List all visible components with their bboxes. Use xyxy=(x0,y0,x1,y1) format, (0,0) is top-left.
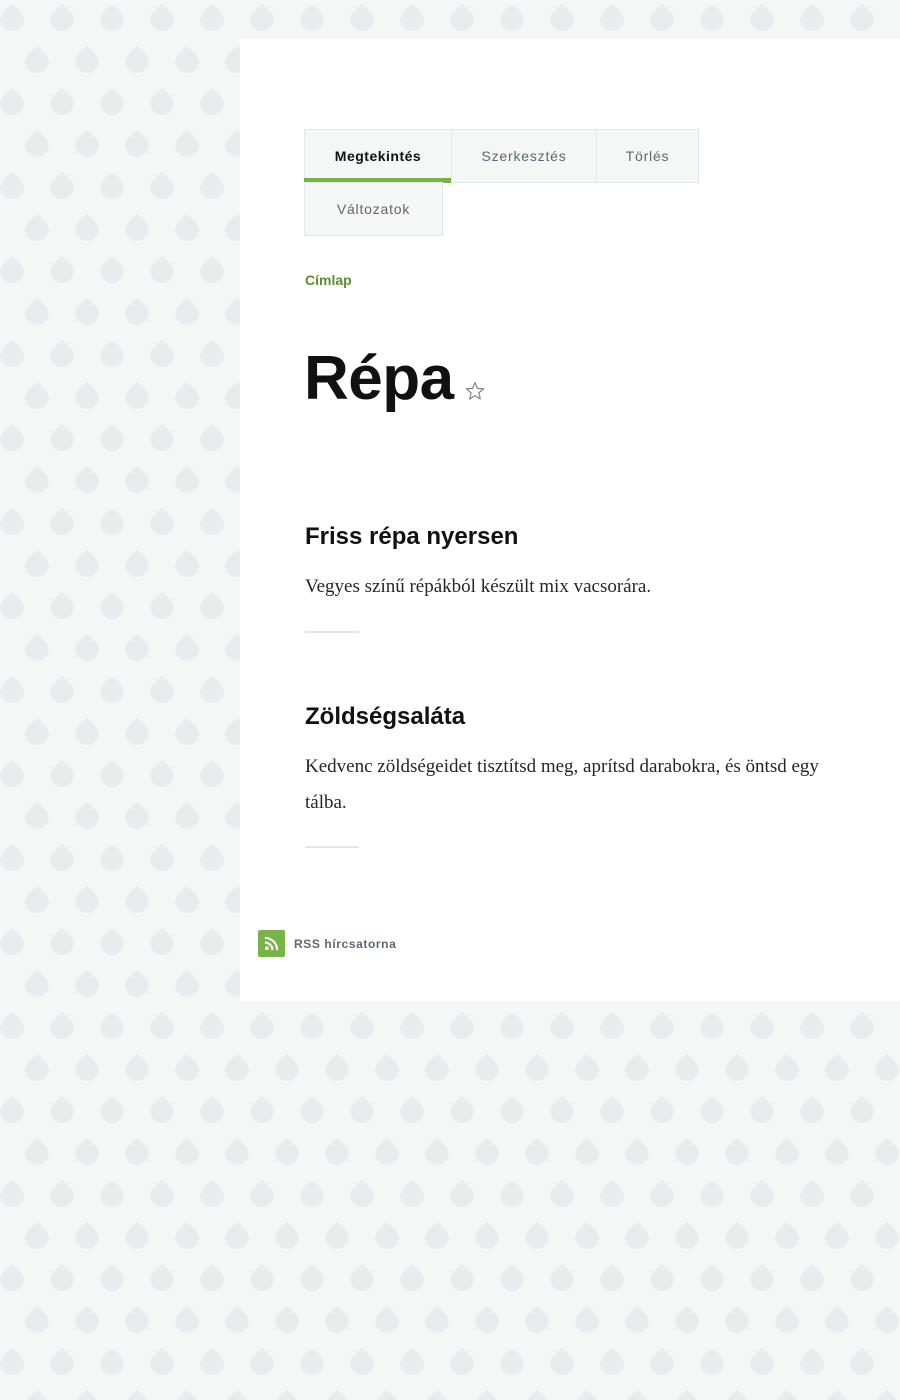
breadcrumb-home-link[interactable]: Címlap xyxy=(305,272,352,288)
main-content: Megtekintés Szerkesztés Törlés Változato… xyxy=(240,39,900,1001)
teaser-title-link[interactable]: Friss répa nyersen xyxy=(305,523,518,550)
teaser-article: Zöldségsaláta Kedvenc zöldségeidet tiszt… xyxy=(305,702,825,848)
teaser-summary: Vegyes színű répákból készült mix vacsor… xyxy=(305,576,652,597)
teaser-title: Zöldségsaláta xyxy=(305,702,825,732)
star-outline-icon[interactable] xyxy=(464,380,486,402)
rss-feed-link[interactable]: RSS hírcsatorna xyxy=(258,930,396,957)
teaser-article: Friss répa nyersen Vegyes színű répákból… xyxy=(305,522,825,633)
teaser-summary: Kedvenc zöldségeidet tisztítsd meg, aprí… xyxy=(305,756,819,813)
teaser-title-link[interactable]: Zöldségsaláta xyxy=(305,703,465,730)
tab-view[interactable]: Megtekintés xyxy=(304,129,452,183)
page-title: Répa xyxy=(304,344,454,413)
tab-revisions[interactable]: Változatok xyxy=(304,182,443,236)
rss-icon xyxy=(258,930,285,957)
teaser-divider xyxy=(305,631,359,633)
tab-edit[interactable]: Szerkesztés xyxy=(451,129,597,183)
teaser-divider xyxy=(305,846,359,848)
teaser-title: Friss répa nyersen xyxy=(305,522,825,552)
rss-feed-label: RSS hírcsatorna xyxy=(294,936,397,951)
tab-delete[interactable]: Törlés xyxy=(596,129,699,183)
